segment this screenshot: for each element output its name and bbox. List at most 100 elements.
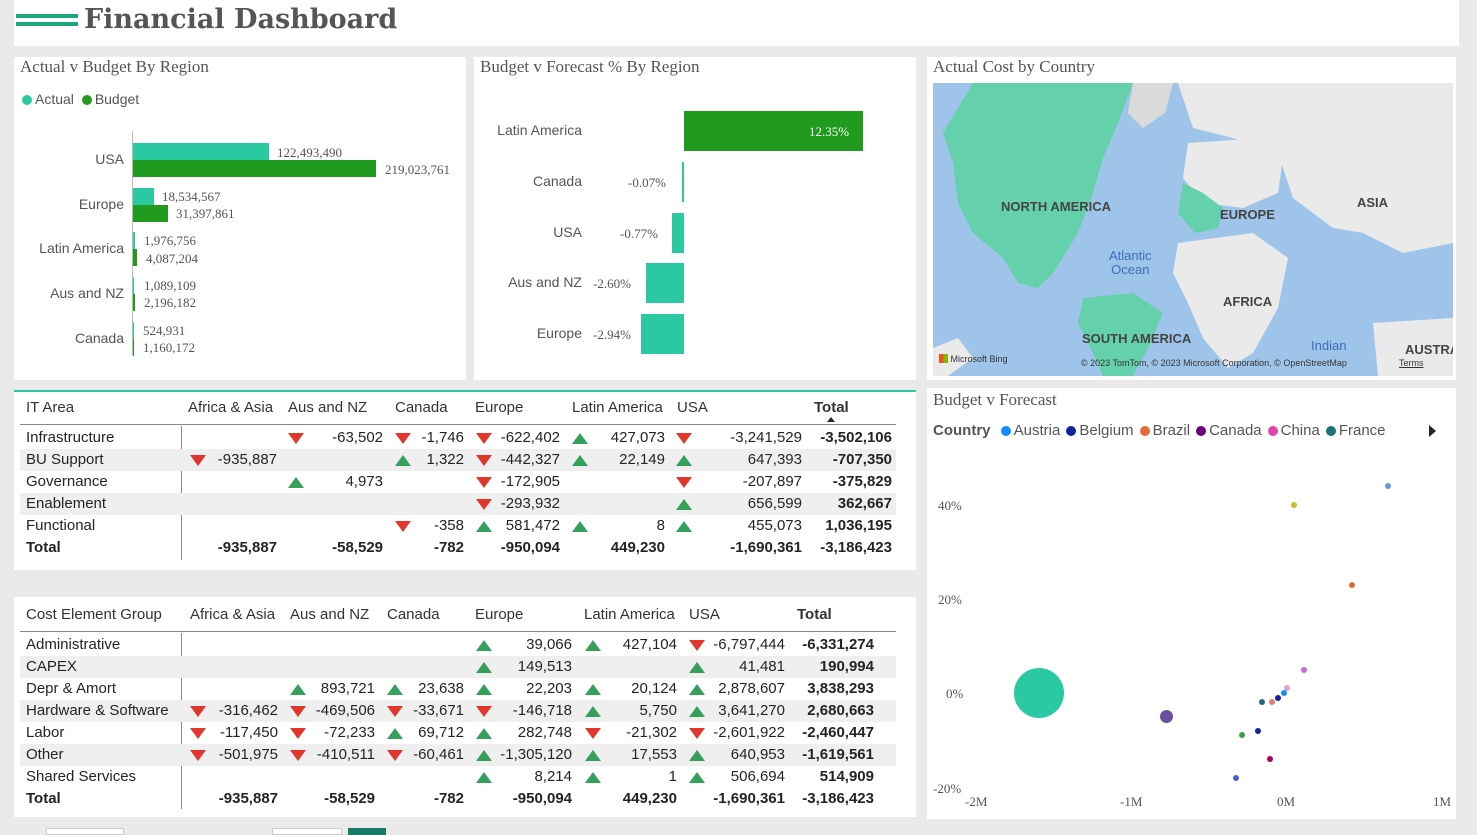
down-triangle-icon <box>476 477 492 488</box>
x-tick-label: 0M <box>1277 794 1296 809</box>
bar-actual-aus-nz[interactable] <box>133 277 134 294</box>
down-triangle-icon <box>290 706 306 717</box>
scatter-point[interactable] <box>1254 727 1261 734</box>
scatter-point[interactable] <box>1280 690 1287 696</box>
bar-budget-latin-america[interactable] <box>133 249 137 266</box>
column-header[interactable]: Canada <box>395 399 448 416</box>
down-triangle-icon <box>387 706 403 717</box>
table-row[interactable]: BU Support -935,887 1,322 -442,327 22,149 647… <box>20 449 896 471</box>
up-triangle-icon <box>585 772 601 783</box>
table-row[interactable]: Labor -117,450 -72,233 69,712 282,748 -21,302… <box>20 722 896 744</box>
down-triangle-icon <box>676 433 692 444</box>
table-cell: 1,322 <box>426 451 464 468</box>
table-row[interactable]: Other -501,975 -410,511 -60,461 -1,305,120 17… <box>20 744 896 766</box>
page-tab[interactable] <box>272 828 342 835</box>
table-cell: 1 <box>668 768 677 785</box>
scatter-point[interactable] <box>1259 699 1266 706</box>
table-row[interactable]: Infrastructure -63,502 -1,746 -622,402 427,0… <box>20 427 896 449</box>
actual-cost-map[interactable]: Actual Cost by Country NORTH AMERICA EUR… <box>927 57 1456 380</box>
row-total: 362,667 <box>837 495 892 512</box>
scatter-point[interactable] <box>1159 710 1173 723</box>
bar-actual-usa[interactable] <box>133 143 269 160</box>
bar-aus-nz[interactable] <box>646 263 684 303</box>
data-label: 524,931 <box>143 323 186 338</box>
menu-lines-icon <box>16 14 78 32</box>
table-cell: 149,513 <box>517 658 572 675</box>
bar-actual-canada[interactable] <box>133 322 134 339</box>
column-header[interactable]: Total <box>814 399 849 416</box>
column-header[interactable]: Africa & Asia <box>188 399 273 416</box>
bing-label: Microsoft Bing <box>950 354 1008 364</box>
column-header[interactable]: Aus and NZ <box>290 606 369 623</box>
scatter-point[interactable] <box>1014 668 1064 718</box>
scatter-point[interactable] <box>1268 699 1275 706</box>
column-header[interactable]: Europe <box>475 399 523 416</box>
scatter-point[interactable] <box>1239 732 1246 739</box>
table-row[interactable]: Depr & Amort 893,721 23,638 22,203 20,124 2,8… <box>20 678 896 700</box>
down-triangle-icon <box>288 433 304 444</box>
actual-v-budget-chart[interactable]: Actual v Budget By Region Actual Budget … <box>14 57 466 380</box>
bar-europe[interactable] <box>641 314 684 354</box>
legend-next-arrow-icon[interactable] <box>1429 425 1436 437</box>
budget-v-forecast-pct-chart[interactable]: Budget v Forecast % By Region Latin Amer… <box>474 57 916 380</box>
table-row[interactable]: Administrative 39,066 427,104 -6,797,444 -6,… <box>20 634 896 656</box>
column-header[interactable]: Africa & Asia <box>190 606 275 623</box>
page-tabs[interactable] <box>14 828 914 835</box>
table-row[interactable]: Governance 4,973 -172,905 -207,897 -375,829 <box>20 471 896 493</box>
scatter-point[interactable] <box>1301 666 1308 673</box>
column-header[interactable]: IT Area <box>26 399 74 416</box>
column-header[interactable]: Latin America <box>584 606 675 623</box>
down-triangle-icon <box>190 728 206 739</box>
row-label: Administrative <box>26 636 121 653</box>
bar-budget-canada[interactable] <box>133 339 134 356</box>
table-cell: -3,241,529 <box>730 429 802 446</box>
category-label: Europe <box>536 325 582 341</box>
bar-actual-latin-america[interactable] <box>133 232 135 249</box>
scatter-point[interactable] <box>1274 694 1281 701</box>
total-row[interactable]: Total -935,887 -58,529 -782 -950,094 449,230 -… <box>20 788 896 810</box>
table-row[interactable]: Enablement -293,932 656,599 362,667 <box>20 493 896 515</box>
scatter-point[interactable] <box>1290 502 1297 508</box>
total-row[interactable]: Total -935,887 -58,529 -782 -950,094 449,230 -… <box>20 537 896 559</box>
column-header[interactable]: USA <box>689 606 720 623</box>
scatter-point[interactable] <box>1384 483 1391 490</box>
table-row[interactable]: CAPEX 149,513 41,481 190,994 <box>20 656 896 678</box>
column-header[interactable]: Europe <box>475 606 523 623</box>
map-land-shapes <box>933 83 1453 376</box>
bar-budget-aus-nz[interactable] <box>133 294 135 311</box>
table-cell: 449,230 <box>622 790 677 807</box>
bar-usa[interactable] <box>672 213 684 253</box>
up-triangle-icon <box>689 706 705 717</box>
table-row[interactable]: Functional -358 581,472 8 455,073 1,036,195 <box>20 515 896 537</box>
column-header[interactable]: Canada <box>387 606 440 623</box>
table-row[interactable]: Shared Services 8,214 1 506,694 514,909 <box>20 766 896 788</box>
bar-budget-europe[interactable] <box>133 205 168 222</box>
bar-budget-usa[interactable] <box>133 160 376 177</box>
bar-actual-europe[interactable] <box>133 188 154 205</box>
up-triangle-icon <box>572 521 588 532</box>
cost-element-matrix[interactable]: Cost Element Group Africa & Asia Aus and… <box>14 597 916 817</box>
it-area-matrix[interactable]: IT Area Africa & Asia Aus and NZ Canada … <box>14 390 916 570</box>
table-cell: 22,149 <box>619 451 665 468</box>
table-row[interactable]: Hardware & Software -316,462 -469,506 -33,6… <box>20 700 896 722</box>
table-cell: -1,690,361 <box>730 539 802 556</box>
map-terms-link[interactable]: Terms <box>1399 358 1424 368</box>
page-tab[interactable] <box>46 828 124 835</box>
column-header[interactable]: USA <box>677 399 708 416</box>
category-label: Europe <box>78 196 124 212</box>
column-header[interactable]: Cost Element Group <box>26 606 162 623</box>
scatter-point[interactable] <box>1349 581 1356 588</box>
bar-canada[interactable] <box>682 162 684 202</box>
page-tab-active[interactable] <box>348 828 386 835</box>
column-header[interactable]: Total <box>797 606 832 623</box>
budget-v-forecast-scatter[interactable]: Budget v Forecast Country Austria Belgium… <box>927 388 1456 819</box>
scatter-point[interactable] <box>1232 774 1239 781</box>
table-cell: 41,481 <box>739 658 785 675</box>
map-canvas[interactable]: NORTH AMERICA EUROPE ASIA AFRICA SOUTH A… <box>933 83 1453 376</box>
row-label: Infrastructure <box>26 429 115 446</box>
column-header[interactable]: Latin America <box>572 399 663 416</box>
row-label: Labor <box>26 724 65 741</box>
column-header[interactable]: Aus and NZ <box>288 399 367 416</box>
category-label: Latin America <box>497 122 582 138</box>
scatter-point[interactable] <box>1266 755 1273 762</box>
